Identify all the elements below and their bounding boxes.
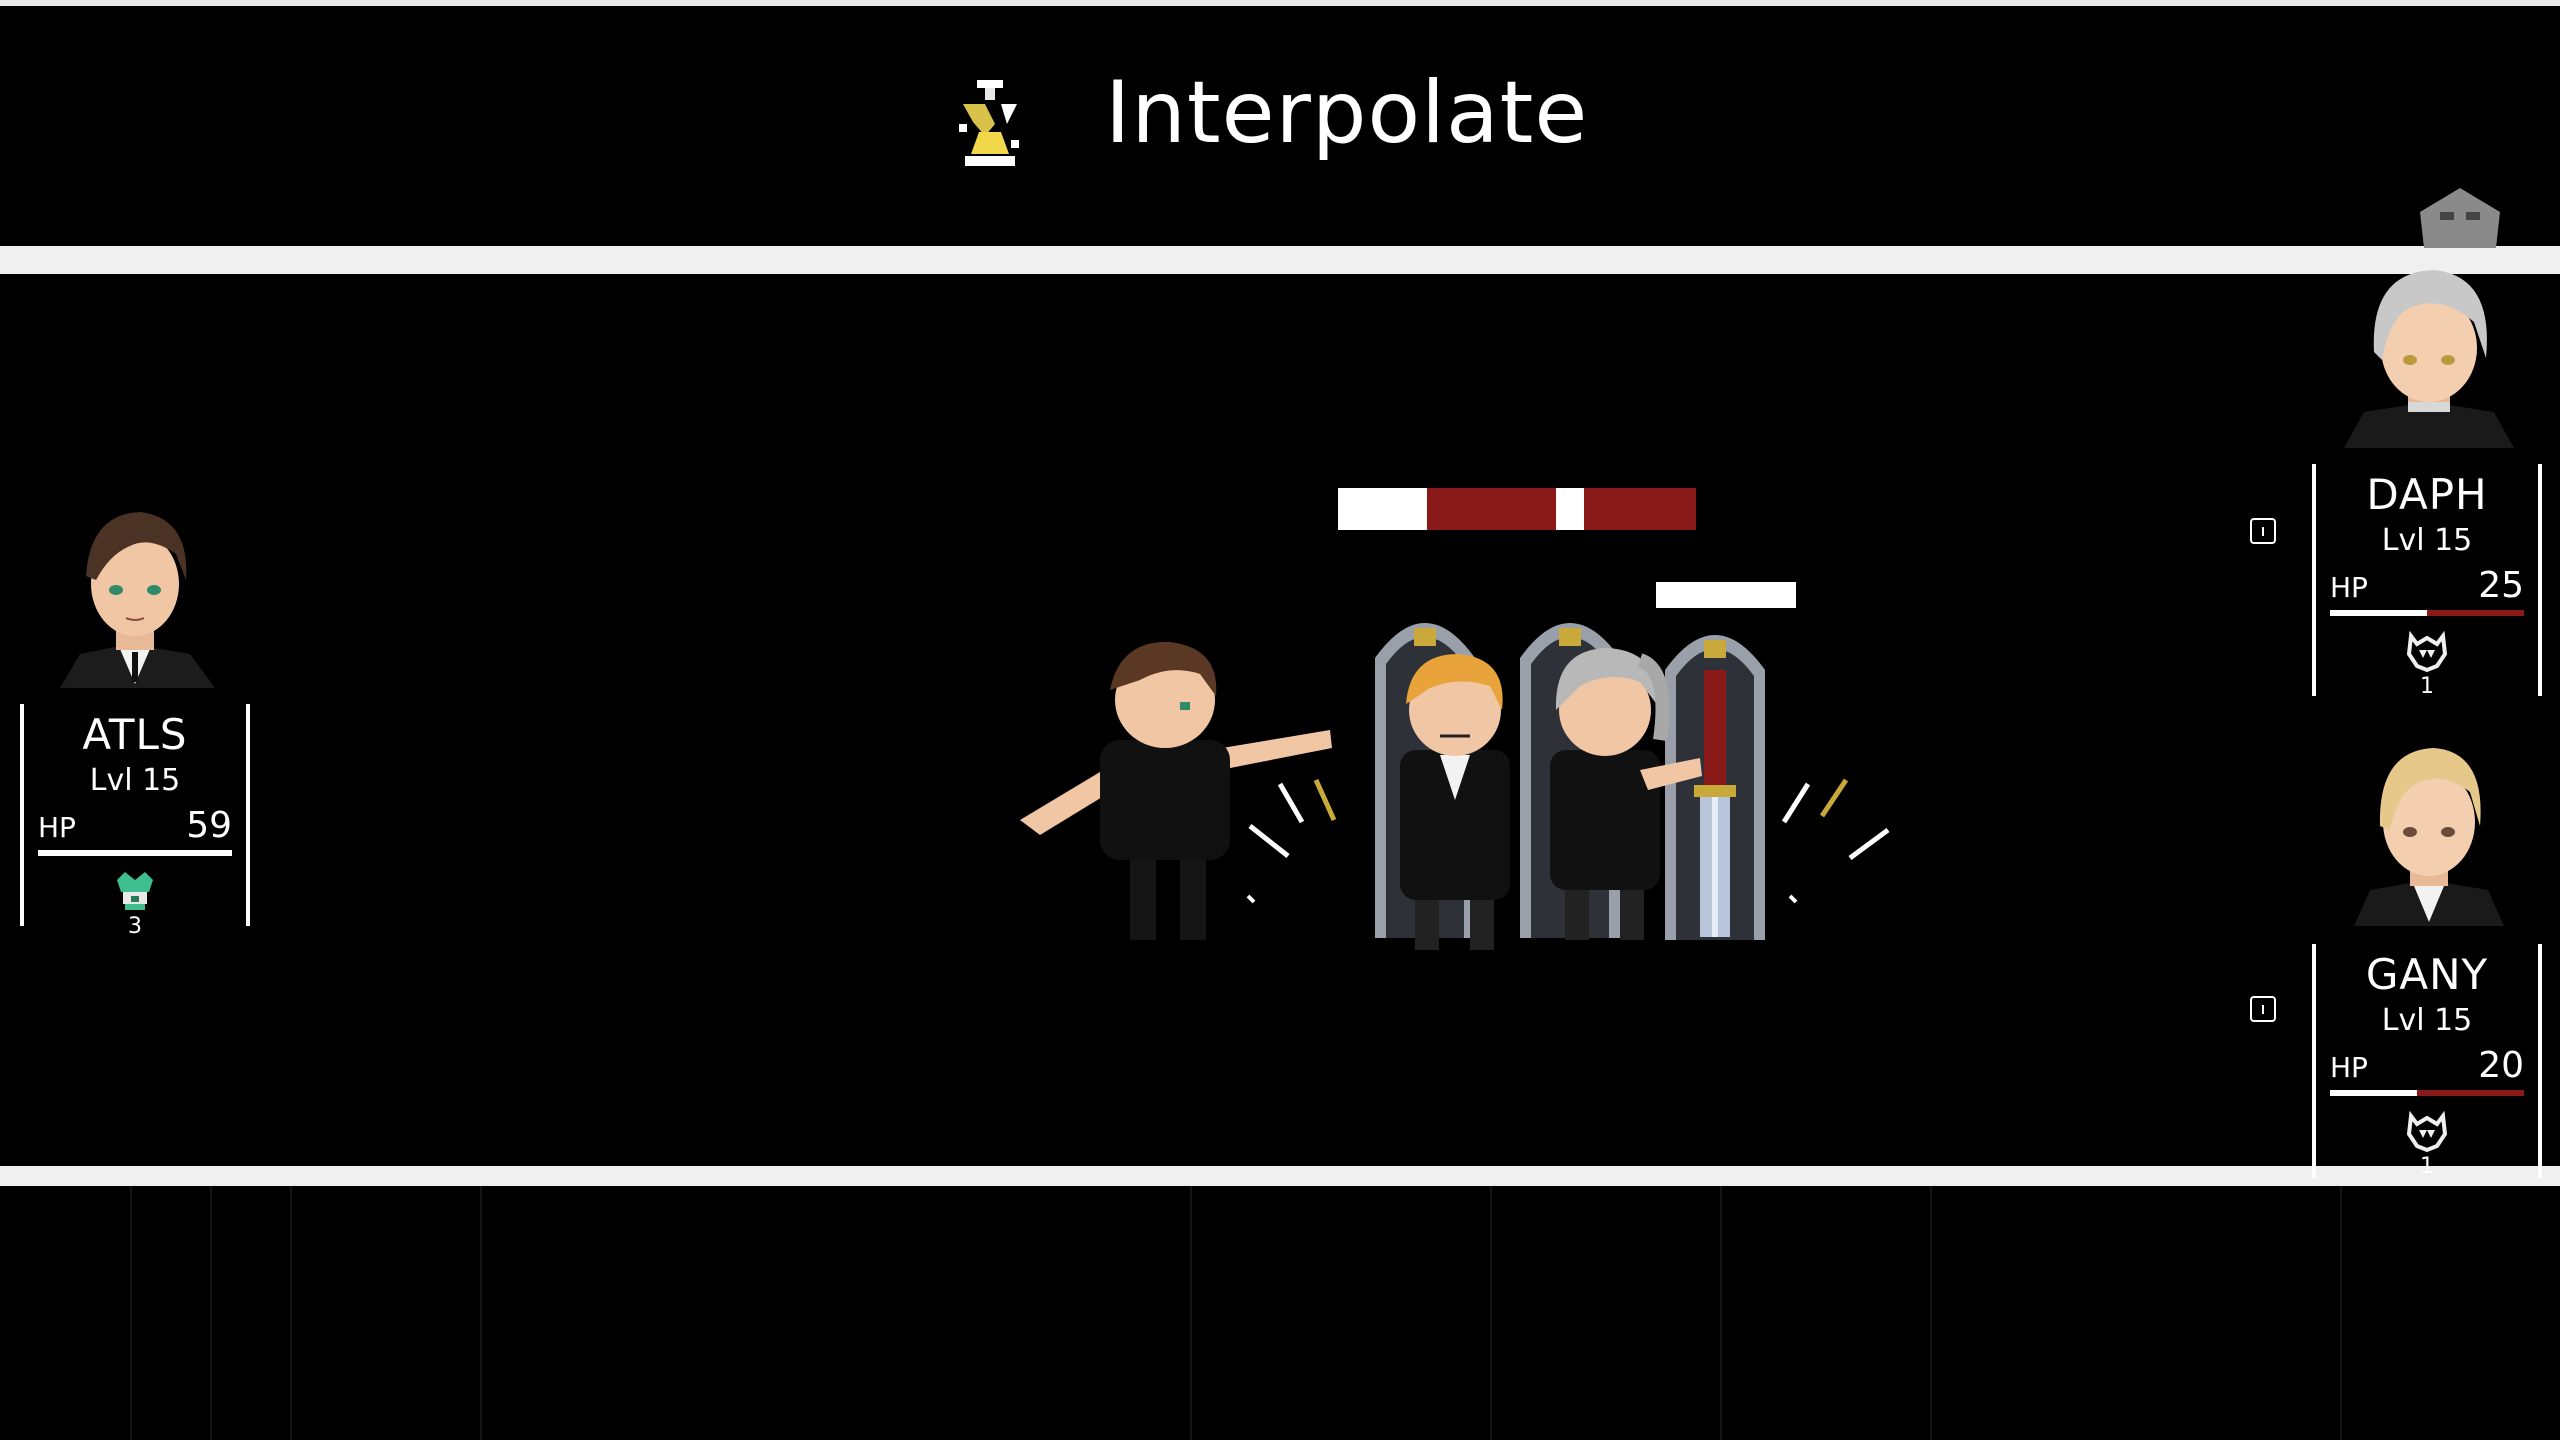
hp-bar [2330, 1090, 2524, 1096]
status-count: 1 [2420, 674, 2434, 699]
hp-value: 25 [2478, 565, 2524, 606]
status-count: 1 [2420, 1154, 2434, 1179]
enemy-hp-bar-3 [1656, 582, 1796, 608]
fang-icon [2406, 1110, 2448, 1153]
enemy-hp-fill [1656, 582, 1796, 608]
gany-portrait [2334, 726, 2524, 926]
skill-name: Interpolate [1105, 63, 1589, 163]
party-panel-atls[interactable]: ATLS Lvl 15 HP 59 3 [20, 704, 250, 938]
hp-label: HP [38, 811, 76, 844]
enemy-hp-empty [1584, 488, 1696, 530]
member-name: GANY [2365, 950, 2489, 999]
impact-effect-right [1781, 778, 1890, 904]
enemy-hp-empty [1426, 488, 1560, 530]
target-marker-gany[interactable] [2250, 996, 2276, 1022]
party-panel-gany[interactable]: GANY Lvl 15 HP 20 1 [2312, 944, 2542, 1178]
hp-fill [2330, 610, 2427, 616]
member-level: Lvl 15 [89, 763, 181, 798]
impact-effect-left [1246, 778, 1337, 904]
hp-value: 20 [2478, 1045, 2524, 1086]
target-marker-daph[interactable] [2250, 518, 2276, 544]
fang-icon [2406, 630, 2448, 673]
enemy-hp-bar-1 [1338, 488, 1560, 530]
mascot-icon [2420, 188, 2500, 248]
enemy-hp-fill [1556, 488, 1584, 530]
member-name: DAPH [2366, 470, 2488, 519]
hp-fill [38, 850, 232, 856]
battlefield-bottom-border [0, 1166, 2560, 1186]
enemy-hp-bar-2 [1556, 488, 1696, 530]
member-level: Lvl 15 [2381, 523, 2473, 558]
enemy-sprite-silver [1550, 648, 1702, 940]
hourglass-icon [959, 80, 1019, 166]
hp-bar [2330, 610, 2524, 616]
hp-fill [2330, 1090, 2418, 1096]
enemy-hp-fill [1338, 488, 1427, 530]
status-count: 3 [128, 914, 142, 939]
hp-bar [38, 850, 232, 856]
atls-portrait [40, 484, 230, 688]
battlefield-top-border [0, 246, 2560, 274]
member-level: Lvl 15 [2381, 1003, 2473, 1038]
hp-value: 59 [186, 805, 232, 846]
daph-portrait [2324, 252, 2534, 448]
hp-label: HP [2330, 1051, 2368, 1084]
green-crown-icon [117, 872, 153, 910]
party-panel-daph[interactable]: DAPH Lvl 15 HP 25 1 [2312, 464, 2542, 699]
lower-panel [0, 1186, 2560, 1440]
member-name: ATLS [82, 710, 188, 759]
hp-label: HP [2330, 571, 2368, 604]
